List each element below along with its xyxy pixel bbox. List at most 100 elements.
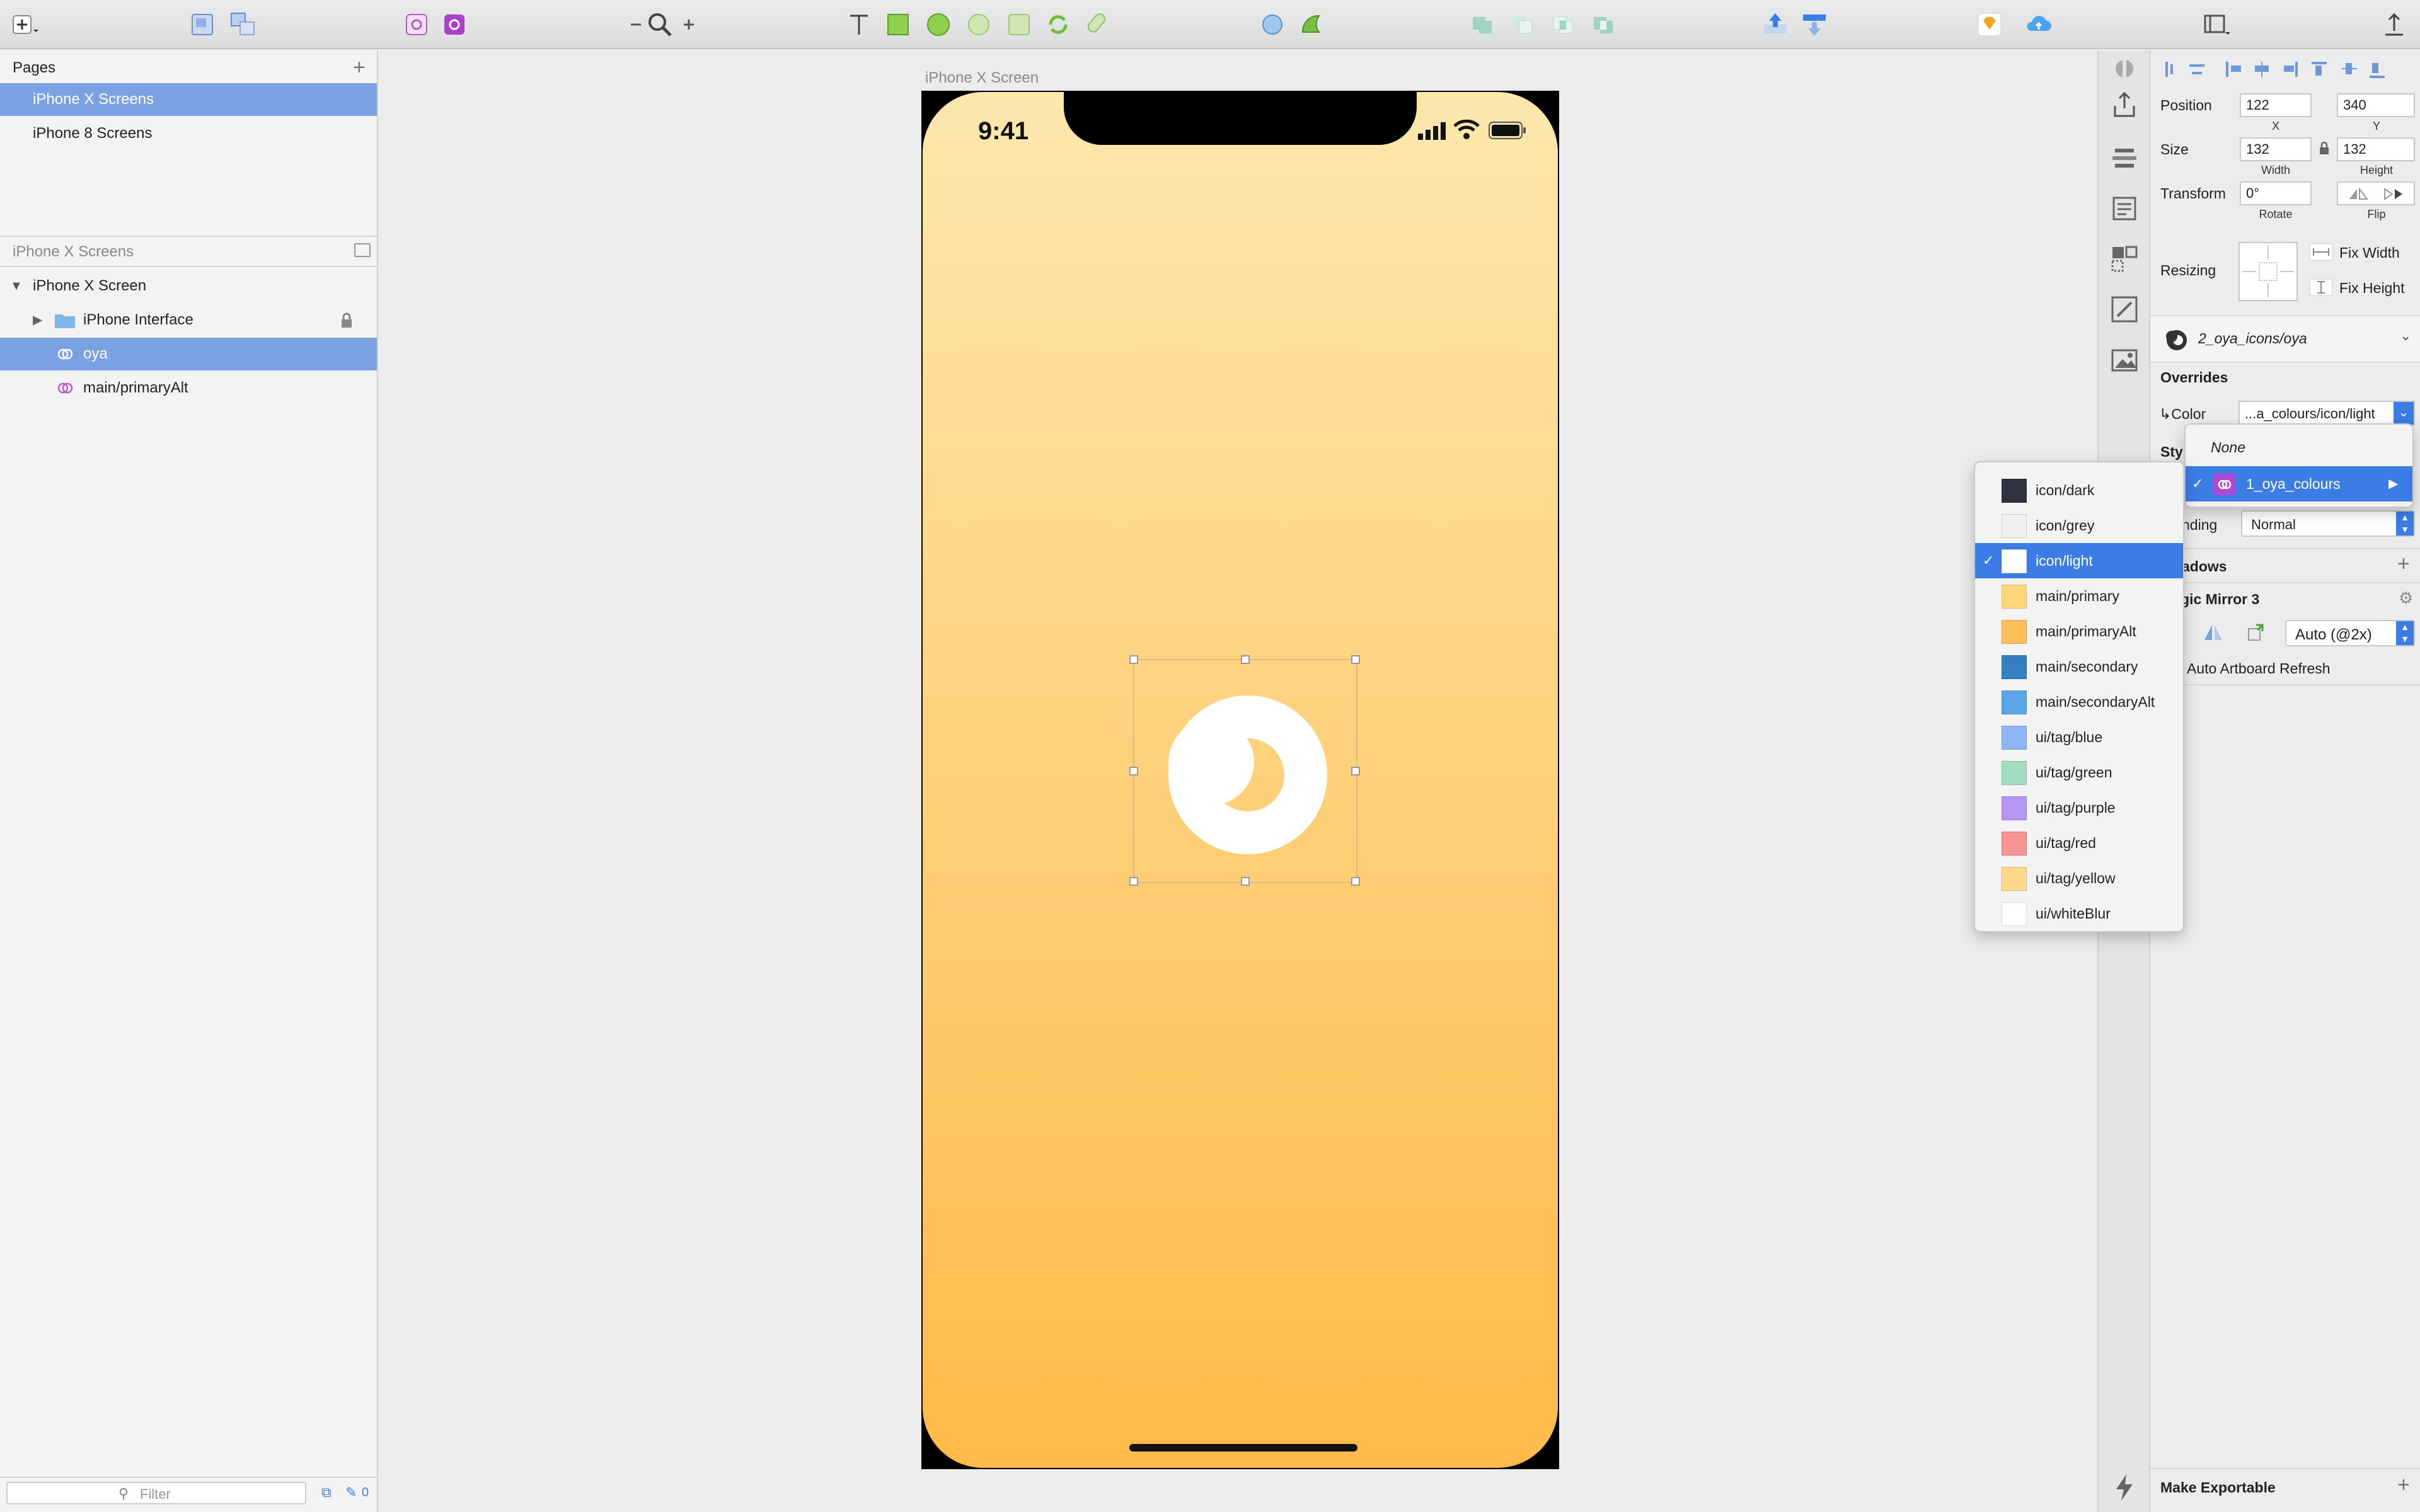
blending-select[interactable]: Normal ▲ ▼: [2241, 510, 2415, 537]
forward-icon[interactable]: [1761, 10, 1790, 39]
width-field[interactable]: 132: [2240, 137, 2312, 161]
resizing-control[interactable]: [2238, 242, 2298, 301]
filter-input[interactable]: ⚲ Filter: [6, 1482, 306, 1504]
resize-handle[interactable]: [1351, 655, 1360, 664]
color-option[interactable]: ui/tag/yellow: [1975, 861, 2183, 896]
menu-item-library[interactable]: ✓ 1_oya_colours ▶: [2186, 466, 2412, 501]
color-option[interactable]: main/secondaryAlt: [1975, 684, 2183, 719]
difference-icon[interactable]: [1589, 10, 1618, 39]
scale-select[interactable]: Auto (@2x) ▲ ▼: [2285, 620, 2415, 646]
lock-ratio-icon[interactable]: [2319, 141, 2329, 155]
fix-width-icon[interactable]: [2309, 243, 2333, 261]
add-export-icon[interactable]: +: [2397, 1473, 2410, 1498]
subtract-icon[interactable]: [1509, 10, 1538, 39]
page-item-iphone-8[interactable]: iPhone 8 Screens: [0, 117, 377, 150]
resize-handle[interactable]: [1129, 767, 1138, 776]
mask-icon[interactable]: [1258, 10, 1287, 39]
resize-handle[interactable]: [1241, 877, 1250, 886]
auto-refresh-label[interactable]: Auto Artboard Refresh: [2187, 660, 2331, 677]
backward-icon[interactable]: [1800, 10, 1829, 39]
menu-item-none[interactable]: None: [2186, 430, 2412, 465]
color-option[interactable]: icon/dark: [1975, 472, 2183, 508]
color-option[interactable]: ✓ icon/light: [1975, 543, 2183, 578]
rounded-icon[interactable]: [964, 10, 993, 39]
export-icon[interactable]: [2380, 10, 2409, 39]
x-field[interactable]: 122: [2240, 93, 2312, 117]
overrides-icon[interactable]: ⧉: [321, 1484, 331, 1501]
color-option[interactable]: main/primary: [1975, 578, 2183, 614]
stepper-icon[interactable]: ▲ ▼: [2396, 621, 2414, 645]
edit-icon[interactable]: ✎: [345, 1484, 357, 1501]
resize-handle[interactable]: [1129, 877, 1138, 886]
color-option[interactable]: main/secondary: [1975, 649, 2183, 684]
artboard-title[interactable]: iPhone X Screen: [925, 69, 1039, 87]
selection-box[interactable]: [1129, 655, 1360, 886]
scale-icon[interactable]: [1297, 10, 1326, 39]
create-symbol-icon[interactable]: [402, 10, 431, 39]
gear-icon[interactable]: ⚙: [2399, 588, 2413, 608]
prototype-icon[interactable]: [2109, 294, 2140, 325]
add-shadow-icon[interactable]: +: [2397, 552, 2410, 576]
ungroup-icon[interactable]: [228, 10, 257, 39]
color-option[interactable]: ui/whiteBlur: [1975, 896, 2183, 931]
disclosure-open-icon[interactable]: ▼: [10, 270, 23, 302]
align-layers-icon[interactable]: [2109, 142, 2140, 174]
resize-handle[interactable]: [1351, 767, 1360, 776]
chevron-down-icon[interactable]: ⌄: [2394, 402, 2414, 425]
color-option[interactable]: ui/tag/green: [1975, 755, 2183, 790]
add-page-icon[interactable]: +: [353, 55, 366, 80]
flip-control[interactable]: [2337, 181, 2415, 205]
group-icon[interactable]: [188, 10, 217, 39]
color-option[interactable]: main/primaryAlt: [1975, 614, 2183, 649]
layer-item-main-primaryalt[interactable]: main/primaryAlt: [0, 372, 377, 404]
layer-item-oya[interactable]: oya: [0, 338, 377, 370]
oval-icon[interactable]: [924, 10, 953, 39]
text-styles-icon[interactable]: [2109, 193, 2140, 224]
zoom-in-icon[interactable]: [674, 10, 703, 39]
color-option[interactable]: ui/tag/red: [1975, 825, 2183, 861]
library-menu[interactable]: None ✓ 1_oya_colours ▶: [2184, 423, 2414, 508]
disclosure-closed-icon[interactable]: ▶: [33, 304, 42, 336]
fix-height-icon[interactable]: [2309, 278, 2333, 296]
flatten-icon[interactable]: [1084, 10, 1113, 39]
mirror-icon[interactable]: [2202, 622, 2225, 643]
collapse-layers-icon[interactable]: [354, 243, 371, 257]
color-option[interactable]: ui/tag/purple: [1975, 790, 2183, 825]
share-icon[interactable]: [2109, 89, 2140, 121]
y-field[interactable]: 340: [2337, 93, 2415, 117]
alignment-toolbar[interactable]: [2160, 57, 2412, 82]
color-override-select[interactable]: ...a_colours/icon/light ⌄: [2238, 401, 2415, 426]
shape-icon[interactable]: [1005, 10, 1034, 39]
resize-handle[interactable]: [1129, 655, 1138, 664]
refresh-icon[interactable]: [2246, 621, 2269, 643]
image-icon[interactable]: [2109, 344, 2140, 375]
rotate-field[interactable]: 0°: [2240, 181, 2312, 205]
rotate-icon[interactable]: [1044, 10, 1073, 39]
stepper-icon[interactable]: ▲ ▼: [2396, 512, 2414, 536]
page-item-iphone-x[interactable]: iPhone X Screens: [0, 83, 377, 116]
view-icon[interactable]: [2202, 10, 2231, 39]
sketch-cloud-icon[interactable]: [1975, 10, 2004, 39]
lock-icon[interactable]: [340, 312, 353, 329]
text-icon[interactable]: [844, 10, 873, 39]
color-option[interactable]: ui/tag/blue: [1975, 719, 2183, 755]
style-icon[interactable]: [2109, 53, 2140, 84]
chevron-down-icon[interactable]: ⌄: [2400, 328, 2411, 344]
union-icon[interactable]: [1468, 10, 1497, 39]
intersect-icon[interactable]: [1549, 10, 1578, 39]
canvas[interactable]: iPhone X Screen 9:41: [379, 50, 2097, 1512]
color-submenu[interactable]: icon/dark icon/grey ✓ icon/light main/primar…: [1974, 461, 2184, 932]
insert-icon[interactable]: [10, 10, 39, 39]
flip-vertical-icon[interactable]: [2382, 186, 2405, 202]
lightning-icon[interactable]: [2109, 1472, 2140, 1503]
cloud-icon[interactable]: [2024, 10, 2053, 39]
resize-handle[interactable]: [1241, 655, 1250, 664]
zoom-icon[interactable]: [645, 10, 674, 39]
symbol-selector[interactable]: 2_oya_icons/oya ⌄: [2150, 316, 2420, 362]
symbols-icon[interactable]: [441, 10, 470, 39]
iphone-artboard[interactable]: 9:41: [921, 91, 1559, 1469]
components-icon[interactable]: [2109, 243, 2140, 275]
color-option[interactable]: icon/grey: [1975, 508, 2183, 543]
flip-horizontal-icon[interactable]: [2347, 186, 2370, 202]
layer-artboard[interactable]: ▼ iPhone X Screen: [0, 270, 377, 302]
